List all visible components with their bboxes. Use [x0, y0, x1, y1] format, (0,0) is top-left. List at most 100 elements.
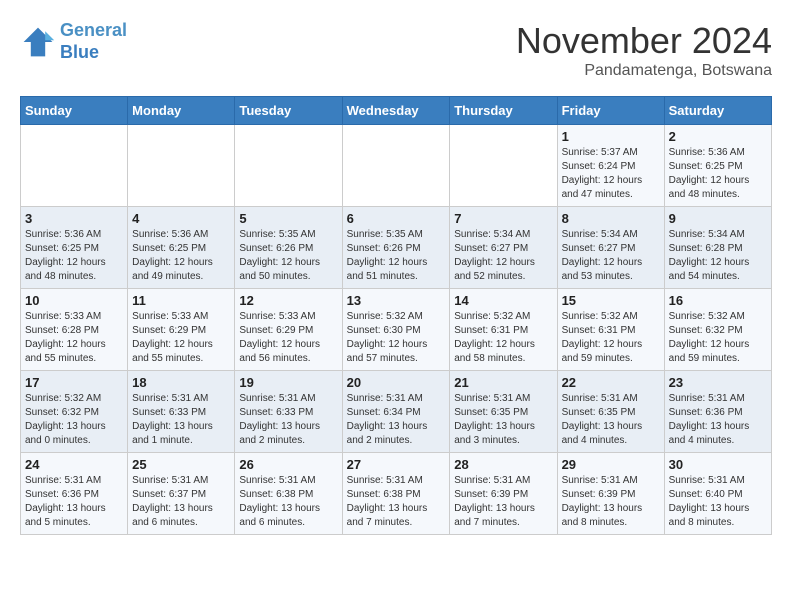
day-number: 15	[562, 293, 660, 308]
day-number: 22	[562, 375, 660, 390]
calendar-header: SundayMondayTuesdayWednesdayThursdayFrid…	[21, 97, 772, 125]
day-number: 20	[347, 375, 446, 390]
day-info: Sunrise: 5:33 AM Sunset: 6:29 PM Dayligh…	[239, 310, 337, 366]
calendar-cell: 28 Sunrise: 5:31 AM Sunset: 6:39 PM Dayli…	[450, 453, 557, 535]
calendar-cell: 20 Sunrise: 5:31 AM Sunset: 6:34 PM Dayli…	[342, 371, 450, 453]
day-info: Sunrise: 5:36 AM Sunset: 6:25 PM Dayligh…	[25, 228, 123, 284]
day-number: 18	[132, 375, 230, 390]
day-number: 26	[239, 457, 337, 472]
day-number: 27	[347, 457, 446, 472]
day-number: 16	[669, 293, 767, 308]
calendar-cell	[342, 125, 450, 207]
weekday-header: Tuesday	[235, 97, 342, 125]
title-block: November 2024 Pandamatenga, Botswana	[516, 20, 772, 80]
day-info: Sunrise: 5:36 AM Sunset: 6:25 PM Dayligh…	[132, 228, 230, 284]
day-info: Sunrise: 5:32 AM Sunset: 6:30 PM Dayligh…	[347, 310, 446, 366]
weekday-header: Sunday	[21, 97, 128, 125]
calendar-cell: 26 Sunrise: 5:31 AM Sunset: 6:38 PM Dayli…	[235, 453, 342, 535]
calendar-cell: 29 Sunrise: 5:31 AM Sunset: 6:39 PM Dayli…	[557, 453, 664, 535]
calendar-cell: 1 Sunrise: 5:37 AM Sunset: 6:24 PM Daylig…	[557, 125, 664, 207]
day-number: 10	[25, 293, 123, 308]
calendar-cell: 4 Sunrise: 5:36 AM Sunset: 6:25 PM Daylig…	[128, 207, 235, 289]
day-info: Sunrise: 5:35 AM Sunset: 6:26 PM Dayligh…	[347, 228, 446, 284]
calendar-cell: 24 Sunrise: 5:31 AM Sunset: 6:36 PM Dayli…	[21, 453, 128, 535]
day-number: 7	[454, 211, 552, 226]
calendar-cell: 9 Sunrise: 5:34 AM Sunset: 6:28 PM Daylig…	[664, 207, 771, 289]
day-number: 12	[239, 293, 337, 308]
day-number: 28	[454, 457, 552, 472]
day-number: 11	[132, 293, 230, 308]
calendar-cell: 21 Sunrise: 5:31 AM Sunset: 6:35 PM Dayli…	[450, 371, 557, 453]
day-info: Sunrise: 5:35 AM Sunset: 6:26 PM Dayligh…	[239, 228, 337, 284]
calendar-cell: 25 Sunrise: 5:31 AM Sunset: 6:37 PM Dayli…	[128, 453, 235, 535]
day-number: 6	[347, 211, 446, 226]
day-info: Sunrise: 5:31 AM Sunset: 6:36 PM Dayligh…	[669, 392, 767, 448]
day-info: Sunrise: 5:31 AM Sunset: 6:34 PM Dayligh…	[347, 392, 446, 448]
location-title: Pandamatenga, Botswana	[516, 62, 772, 80]
day-number: 2	[669, 129, 767, 144]
day-info: Sunrise: 5:31 AM Sunset: 6:39 PM Dayligh…	[562, 474, 660, 530]
day-info: Sunrise: 5:32 AM Sunset: 6:32 PM Dayligh…	[669, 310, 767, 366]
day-info: Sunrise: 5:31 AM Sunset: 6:37 PM Dayligh…	[132, 474, 230, 530]
weekday-header: Saturday	[664, 97, 771, 125]
day-info: Sunrise: 5:31 AM Sunset: 6:35 PM Dayligh…	[562, 392, 660, 448]
calendar-table: SundayMondayTuesdayWednesdayThursdayFrid…	[20, 96, 772, 535]
page-header: General Blue November 2024 Pandamatenga,…	[20, 20, 772, 80]
calendar-cell: 22 Sunrise: 5:31 AM Sunset: 6:35 PM Dayli…	[557, 371, 664, 453]
day-info: Sunrise: 5:32 AM Sunset: 6:31 PM Dayligh…	[562, 310, 660, 366]
calendar-cell	[21, 125, 128, 207]
day-info: Sunrise: 5:33 AM Sunset: 6:28 PM Dayligh…	[25, 310, 123, 366]
day-info: Sunrise: 5:31 AM Sunset: 6:36 PM Dayligh…	[25, 474, 123, 530]
day-number: 29	[562, 457, 660, 472]
day-number: 25	[132, 457, 230, 472]
calendar-cell: 12 Sunrise: 5:33 AM Sunset: 6:29 PM Dayli…	[235, 289, 342, 371]
calendar-cell: 2 Sunrise: 5:36 AM Sunset: 6:25 PM Daylig…	[664, 125, 771, 207]
day-number: 9	[669, 211, 767, 226]
calendar-cell: 23 Sunrise: 5:31 AM Sunset: 6:36 PM Dayli…	[664, 371, 771, 453]
calendar-cell: 5Sunrise: 5:35 AM Sunset: 6:26 PM Daylig…	[235, 207, 342, 289]
day-info: Sunrise: 5:31 AM Sunset: 6:33 PM Dayligh…	[239, 392, 337, 448]
calendar-cell	[235, 125, 342, 207]
calendar-cell: 13 Sunrise: 5:32 AM Sunset: 6:30 PM Dayli…	[342, 289, 450, 371]
logo: General Blue	[20, 20, 127, 63]
calendar-cell: 6 Sunrise: 5:35 AM Sunset: 6:26 PM Daylig…	[342, 207, 450, 289]
day-info: Sunrise: 5:33 AM Sunset: 6:29 PM Dayligh…	[132, 310, 230, 366]
weekday-header: Monday	[128, 97, 235, 125]
day-number: 24	[25, 457, 123, 472]
calendar-cell: 27 Sunrise: 5:31 AM Sunset: 6:38 PM Dayli…	[342, 453, 450, 535]
calendar-cell: 8Sunrise: 5:34 AM Sunset: 6:27 PM Daylig…	[557, 207, 664, 289]
calendar-cell: 17 Sunrise: 5:32 AM Sunset: 6:32 PM Dayli…	[21, 371, 128, 453]
day-info: Sunrise: 5:31 AM Sunset: 6:38 PM Dayligh…	[347, 474, 446, 530]
month-title: November 2024	[516, 20, 772, 62]
day-number: 4	[132, 211, 230, 226]
day-number: 14	[454, 293, 552, 308]
day-number: 1	[562, 129, 660, 144]
weekday-header: Thursday	[450, 97, 557, 125]
calendar-cell: 15 Sunrise: 5:32 AM Sunset: 6:31 PM Dayli…	[557, 289, 664, 371]
calendar-cell: 3 Sunrise: 5:36 AM Sunset: 6:25 PM Daylig…	[21, 207, 128, 289]
day-info: Sunrise: 5:32 AM Sunset: 6:31 PM Dayligh…	[454, 310, 552, 366]
day-info: Sunrise: 5:32 AM Sunset: 6:32 PM Dayligh…	[25, 392, 123, 448]
day-info: Sunrise: 5:34 AM Sunset: 6:27 PM Dayligh…	[454, 228, 552, 284]
day-number: 19	[239, 375, 337, 390]
day-number: 21	[454, 375, 552, 390]
day-number: 13	[347, 293, 446, 308]
day-info: Sunrise: 5:34 AM Sunset: 6:27 PM Dayligh…	[562, 228, 660, 284]
day-info: Sunrise: 5:31 AM Sunset: 6:39 PM Dayligh…	[454, 474, 552, 530]
calendar-cell	[128, 125, 235, 207]
day-info: Sunrise: 5:37 AM Sunset: 6:24 PM Dayligh…	[562, 146, 660, 202]
day-info: Sunrise: 5:36 AM Sunset: 6:25 PM Dayligh…	[669, 146, 767, 202]
day-number: 3	[25, 211, 123, 226]
day-number: 23	[669, 375, 767, 390]
calendar-cell: 14 Sunrise: 5:32 AM Sunset: 6:31 PM Dayli…	[450, 289, 557, 371]
day-info: Sunrise: 5:31 AM Sunset: 6:33 PM Dayligh…	[132, 392, 230, 448]
day-info: Sunrise: 5:31 AM Sunset: 6:35 PM Dayligh…	[454, 392, 552, 448]
day-number: 17	[25, 375, 123, 390]
calendar-cell	[450, 125, 557, 207]
day-info: Sunrise: 5:34 AM Sunset: 6:28 PM Dayligh…	[669, 228, 767, 284]
weekday-header: Wednesday	[342, 97, 450, 125]
day-info: Sunrise: 5:31 AM Sunset: 6:38 PM Dayligh…	[239, 474, 337, 530]
day-number: 30	[669, 457, 767, 472]
calendar-cell: 18 Sunrise: 5:31 AM Sunset: 6:33 PM Dayli…	[128, 371, 235, 453]
logo-text: General Blue	[60, 20, 127, 63]
